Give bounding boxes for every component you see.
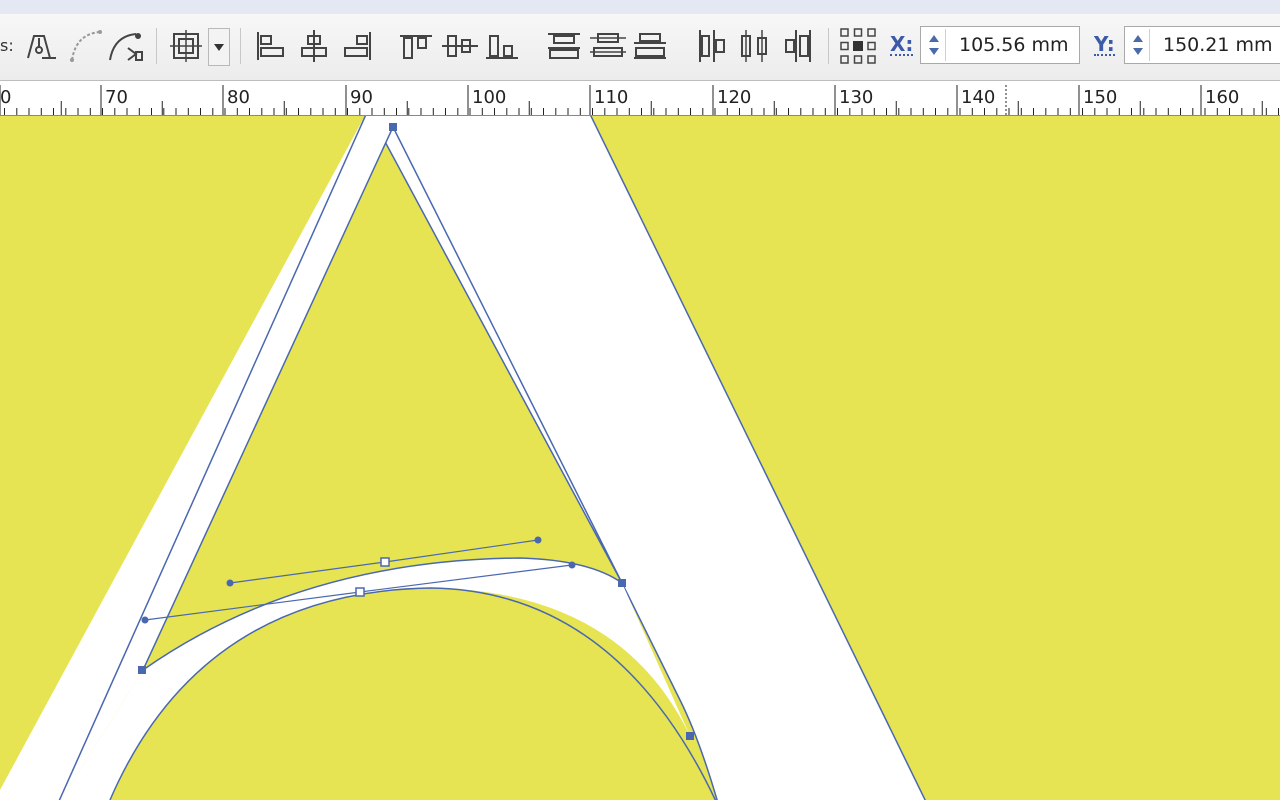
- y-coordinate-value[interactable]: 150.21 mm: [1163, 34, 1273, 56]
- align-right-icon[interactable]: [336, 26, 376, 66]
- handle-point: [534, 536, 542, 544]
- y-coordinate-field[interactable]: 150.21 mm: [1124, 26, 1280, 64]
- ruler-label: 90: [350, 87, 373, 108]
- curve-tool-icon[interactable]: [66, 26, 106, 66]
- property-toolbar: s: X: 105.56 mm Y: 150.21 mm: [0, 14, 1280, 81]
- reference-point-icon[interactable]: [838, 26, 878, 66]
- glyph-right-stroke[interactable]: [368, 116, 930, 800]
- distribute-horizontal-icon[interactable]: [734, 26, 774, 66]
- x-coordinate-label: X:: [890, 32, 914, 56]
- toolbar-cut-label: s:: [0, 36, 14, 55]
- distribute-bottom-icon[interactable]: [630, 26, 670, 66]
- ruler-label: 0: [0, 87, 11, 108]
- handle-point: [226, 579, 234, 587]
- y-coordinate-label: Y:: [1094, 32, 1115, 56]
- ruler-label: 140: [961, 87, 995, 108]
- align-middle-vertical-icon[interactable]: [440, 26, 480, 66]
- x-spinner[interactable]: [923, 29, 946, 61]
- glyph-drawing: [0, 116, 930, 800]
- drawing-canvas[interactable]: [0, 116, 1280, 800]
- distribute-right-icon[interactable]: [778, 26, 818, 66]
- title-strip: [0, 0, 1280, 15]
- spinner-arrows-icon: [1133, 35, 1143, 55]
- toolbar-separator: [240, 28, 241, 64]
- smart-curve-icon[interactable]: [106, 26, 146, 66]
- node-counter-bottom: [618, 579, 626, 587]
- toolbar-separator: [156, 28, 157, 64]
- ruler-label: 110: [594, 87, 628, 108]
- align-top-icon[interactable]: [396, 26, 436, 66]
- ruler-ticks: 0 70 80 90 100 110 120 130 140 150 160: [0, 85, 1279, 115]
- align-bottom-icon[interactable]: [482, 26, 522, 66]
- node-swash-start: [138, 666, 146, 674]
- toolbar-separator: [828, 28, 829, 64]
- node-curve-right: [686, 732, 694, 740]
- ruler-label: 120: [717, 87, 751, 108]
- group-dropdown-button[interactable]: [208, 28, 230, 66]
- y-spinner[interactable]: [1127, 29, 1150, 61]
- handle-point: [568, 561, 576, 569]
- ruler-label: 160: [1205, 87, 1239, 108]
- ruler-label: 80: [227, 87, 250, 108]
- x-coordinate-value[interactable]: 105.56 mm: [959, 34, 1069, 56]
- align-center-horizontal-icon[interactable]: [294, 26, 334, 66]
- ruler-label: 100: [472, 87, 506, 108]
- handle-point: [141, 616, 149, 624]
- spinner-arrows-icon: [929, 35, 939, 55]
- x-coordinate-field[interactable]: 105.56 mm: [920, 26, 1080, 64]
- group-box-icon[interactable]: [166, 26, 206, 66]
- chevron-down-icon: [214, 44, 224, 51]
- glyph-left-stroke[interactable]: [0, 116, 393, 800]
- distribute-left-icon[interactable]: [692, 26, 732, 66]
- horizontal-ruler[interactable]: 0 70 80 90 100 110 120 130 140 150 160: [0, 81, 1280, 116]
- ruler-label: 70: [105, 87, 128, 108]
- ruler-label: 150: [1083, 87, 1117, 108]
- node-apex: [389, 123, 397, 131]
- ruler-label: 130: [839, 87, 873, 108]
- align-left-icon[interactable]: [252, 26, 292, 66]
- distribute-top-icon[interactable]: [544, 26, 584, 66]
- node-tool-icon[interactable]: [20, 26, 60, 66]
- distribute-center-icon[interactable]: [588, 26, 628, 66]
